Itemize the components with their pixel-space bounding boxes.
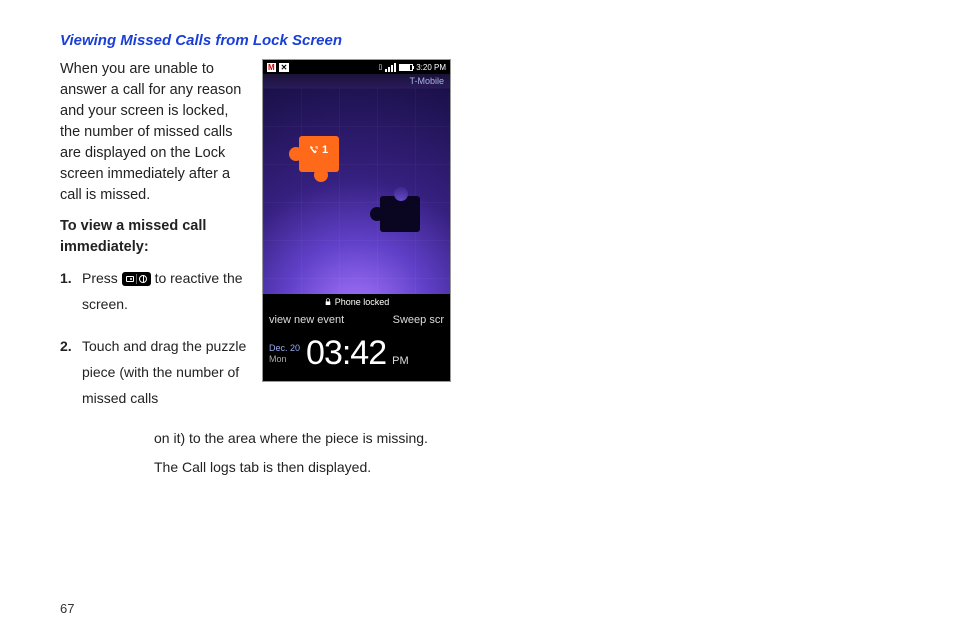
content-row: When you are unable to answer a call for… [60, 59, 894, 428]
step-2-text-c: The Call logs tab is then displayed. [154, 455, 894, 481]
puzzle-slot [380, 196, 420, 232]
section-heading: Viewing Missed Calls from Lock Screen [60, 32, 894, 49]
step-2-text-b: on it) to the area where the piece is mi… [154, 426, 894, 452]
phone-locked-bar: Phone locked [263, 294, 450, 310]
clock-time: 03:42 [306, 334, 386, 373]
power-key-icon [122, 272, 151, 286]
battery-icon [399, 64, 413, 71]
step-2-continuation: on it) to the area where the piece is mi… [60, 426, 894, 482]
step-number: 2. [60, 334, 72, 360]
hint-bar: view new event Sweep scr [263, 310, 450, 330]
status-bar: M ✕ ▯ 3:20 PM [263, 60, 450, 74]
hint-left: view new event [269, 314, 344, 326]
steps-list: 1. Press to reactive the screen. 2. Touc… [60, 266, 248, 411]
page-number: 67 [60, 601, 74, 616]
carrier-label: T-Mobile [263, 74, 450, 88]
date-line2: Mon [269, 354, 300, 365]
missed-call-icon [309, 145, 320, 156]
gmail-icon: M [267, 63, 276, 72]
date-column: Dec. 20 Mon [269, 343, 300, 365]
step-2-text-a: Touch and drag the puzzle piece (with th… [82, 338, 246, 406]
hint-right: Sweep scr [393, 314, 444, 326]
lock-icon [324, 298, 332, 306]
missed-count: 1 [322, 144, 328, 156]
clock-row: Dec. 20 Mon 03:42 PM [263, 330, 450, 381]
text-column: When you are unable to answer a call for… [60, 59, 248, 428]
step-1: 1. Press to reactive the screen. [82, 266, 248, 318]
step-2: 2. Touch and drag the puzzle piece (with… [82, 334, 248, 412]
step-number: 1. [60, 266, 72, 292]
clock-ampm: PM [392, 355, 409, 367]
signal-type-icon: ▯ [378, 63, 382, 71]
subheading: To view a missed call immediately: [60, 216, 248, 258]
status-time: 3:20 PM [416, 63, 446, 72]
notification-icon: ✕ [279, 63, 290, 72]
step-1-text-a: Press [82, 270, 122, 286]
date-line1: Dec. 20 [269, 343, 300, 354]
missed-call-puzzle-piece: 1 [299, 136, 339, 172]
locked-text: Phone locked [335, 297, 390, 307]
signal-icon [385, 63, 396, 72]
phone-screenshot: M ✕ ▯ 3:20 PM T-Mobile 1 Phone locked [262, 59, 451, 382]
lock-wallpaper: 1 [263, 88, 450, 294]
intro-paragraph: When you are unable to answer a call for… [60, 59, 248, 206]
